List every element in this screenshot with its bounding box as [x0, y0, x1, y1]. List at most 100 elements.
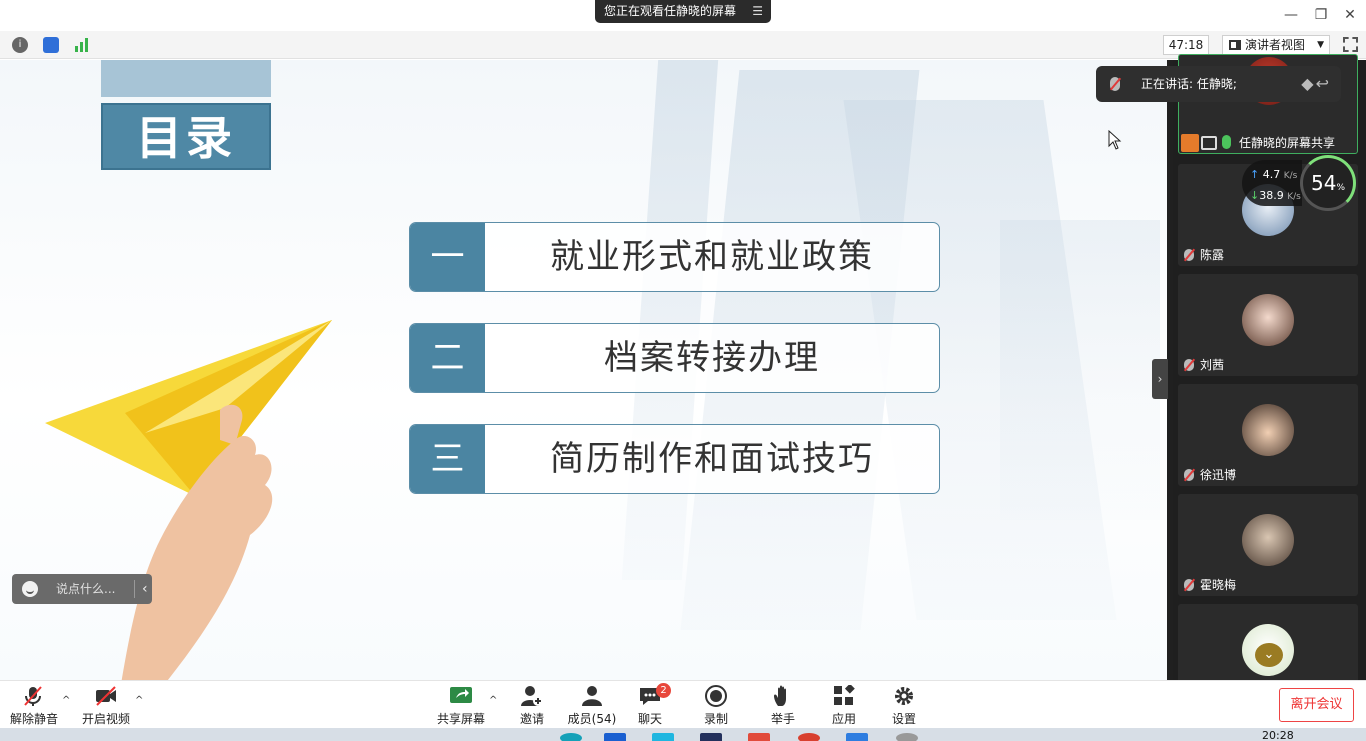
- unmute-button[interactable]: 解除静音: [10, 683, 58, 727]
- participant-tile[interactable]: 刘茜: [1178, 274, 1358, 376]
- mic-icon: [1222, 135, 1231, 149]
- app-icon[interactable]: [700, 733, 722, 741]
- start-video-button[interactable]: 开启视频: [82, 683, 130, 727]
- share-screen-button[interactable]: 共享屏幕: [437, 683, 485, 727]
- hand-icon: [774, 685, 786, 706]
- participant-tile[interactable]: 霍晓梅: [1178, 494, 1358, 596]
- undo-icon[interactable]: ◆↩: [1301, 66, 1331, 102]
- apps-button[interactable]: 应用: [830, 683, 858, 727]
- system-clock: 20:28: [1262, 729, 1294, 741]
- meeting-info-bar: i 47:18 演讲者视图 ▼: [0, 31, 1366, 59]
- toc-number: 一: [410, 223, 485, 291]
- toc-item-3: 三 简历制作和面试技巧: [409, 424, 940, 494]
- chevron-down-icon: ▼: [1317, 40, 1324, 50]
- shield-icon[interactable]: [43, 37, 59, 53]
- menu-icon[interactable]: ☰: [752, 0, 763, 23]
- chat-button[interactable]: 聊天 2: [636, 683, 671, 727]
- avatar: [1242, 294, 1294, 346]
- mic-muted-icon: [1184, 359, 1194, 371]
- app-icon[interactable]: [652, 733, 674, 741]
- divider: [134, 580, 135, 598]
- fullscreen-icon[interactable]: [1343, 37, 1358, 52]
- viewing-text: 您正在观看任静晓的屏幕: [604, 4, 737, 18]
- shared-screen: 目录 一 就业形式和就业政策 二 档案转接办理 三 简历制作和面试技巧 说点什么…: [0, 60, 1167, 680]
- mic-muted-icon: [1110, 77, 1120, 91]
- add-user-icon: [521, 686, 543, 706]
- leave-meeting-button[interactable]: 离开会议: [1279, 688, 1354, 722]
- video-off-icon: [96, 686, 116, 706]
- building-image: [1000, 220, 1160, 520]
- chevron-up-icon[interactable]: ^: [489, 695, 497, 706]
- title-tab-decoration: [101, 60, 271, 97]
- download-speed: ↓38.9 K/s: [1250, 189, 1301, 202]
- share-screen-icon: [450, 687, 472, 703]
- mouse-cursor-icon: [1108, 130, 1122, 150]
- chevron-up-icon[interactable]: ^: [135, 695, 143, 706]
- app-icon[interactable]: [560, 733, 582, 741]
- upload-speed: ↑ 4.7 K/s: [1250, 168, 1298, 181]
- meeting-controls: 解除静音 ^ 开启视频 ^ 共享屏幕 ^ 邀请 成员(54) 聊天 2 录制 举…: [0, 680, 1366, 728]
- close-button[interactable]: ✕: [1338, 4, 1362, 26]
- minimize-button[interactable]: —: [1279, 4, 1303, 26]
- participant-name-row: 徐迅博: [1182, 466, 1236, 484]
- participant-name: 徐迅博: [1200, 468, 1237, 482]
- chevron-up-icon[interactable]: ^: [62, 695, 70, 706]
- layout-icon: [1229, 40, 1241, 50]
- network-stats: ↑ 4.7 K/s ↓38.9 K/s: [1242, 160, 1302, 206]
- view-mode-dropdown[interactable]: 演讲者视图 ▼: [1222, 35, 1330, 55]
- toc-number: 三: [410, 425, 485, 493]
- mic-muted-icon: [1184, 469, 1194, 481]
- collapse-panel-button[interactable]: ›: [1152, 359, 1168, 399]
- chat-placeholder: 说点什么...: [56, 582, 116, 596]
- viewing-indicator[interactable]: 您正在观看任静晓的屏幕 ☰: [595, 0, 771, 23]
- app-window: 您正在观看任静晓的屏幕 ☰ — ❐ ✕ i 47:18 演讲者视图 ▼ 目录 一…: [0, 0, 1366, 741]
- app-icon[interactable]: [846, 733, 868, 741]
- apps-icon: [834, 685, 855, 705]
- screen-share-icon: [1201, 136, 1217, 150]
- info-icon[interactable]: i: [12, 37, 28, 53]
- toc-text: 简历制作和面试技巧: [550, 439, 874, 479]
- restore-button[interactable]: ❐: [1309, 4, 1333, 26]
- chat-input[interactable]: 说点什么... ‹: [12, 574, 152, 604]
- signal-icon[interactable]: [74, 38, 90, 52]
- screen-share-label: 任静晓的屏幕共享: [1181, 133, 1351, 153]
- scroll-down-button[interactable]: ⌄: [1255, 643, 1283, 667]
- app-icon[interactable]: [798, 733, 820, 741]
- meeting-timer: 47:18: [1163, 35, 1209, 55]
- participant-name-row: 霍晓梅: [1182, 576, 1236, 594]
- record-button[interactable]: 录制: [701, 683, 731, 727]
- toc-text: 就业形式和就业政策: [550, 237, 874, 277]
- app-icon[interactable]: [896, 733, 918, 741]
- cpu-usage-gauge: 54%: [1300, 155, 1356, 211]
- gear-icon: [895, 687, 913, 705]
- participant-tile[interactable]: 徐迅博: [1178, 384, 1358, 486]
- toc-item-1: 一 就业形式和就业政策: [409, 222, 940, 292]
- os-taskbar: 20:28: [0, 728, 1366, 741]
- emoji-icon[interactable]: [22, 581, 38, 597]
- avatar: [1242, 404, 1294, 456]
- toc-item-2: 二 档案转接办理: [409, 323, 940, 393]
- active-speaker-indicator: 正在讲话: 任静晓; ◆↩: [1096, 66, 1341, 102]
- title-bar: 您正在观看任静晓的屏幕 ☰ — ❐ ✕: [0, 0, 1366, 31]
- raise-hand-button[interactable]: 举手: [769, 683, 797, 727]
- participant-name-row: 刘茜: [1182, 356, 1224, 374]
- settings-button[interactable]: 设置: [890, 683, 918, 727]
- participant-name-row: 陈露: [1182, 246, 1224, 264]
- mic-muted-icon: [24, 686, 42, 706]
- active-speaker-text: 正在讲话: 任静晓;: [1141, 77, 1237, 91]
- hand-image: [121, 404, 273, 680]
- chevron-left-icon[interactable]: ‹: [142, 574, 148, 604]
- mic-muted-icon: [1184, 249, 1194, 261]
- person-icon: [1181, 134, 1199, 152]
- share-label-text: 任静晓的屏幕共享: [1239, 136, 1336, 150]
- members-button[interactable]: 成员(54): [567, 683, 617, 727]
- avatar: [1242, 514, 1294, 566]
- participant-panel: 陈露 刘茜 徐迅博 霍晓梅: [1173, 54, 1366, 684]
- participant-name: 霍晓梅: [1200, 578, 1237, 592]
- members-icon: [582, 686, 602, 706]
- record-icon: [705, 685, 727, 707]
- view-mode-label: 演讲者视图: [1245, 38, 1306, 52]
- app-icon[interactable]: [604, 733, 626, 741]
- invite-button[interactable]: 邀请: [516, 683, 548, 727]
- app-icon[interactable]: [748, 733, 770, 741]
